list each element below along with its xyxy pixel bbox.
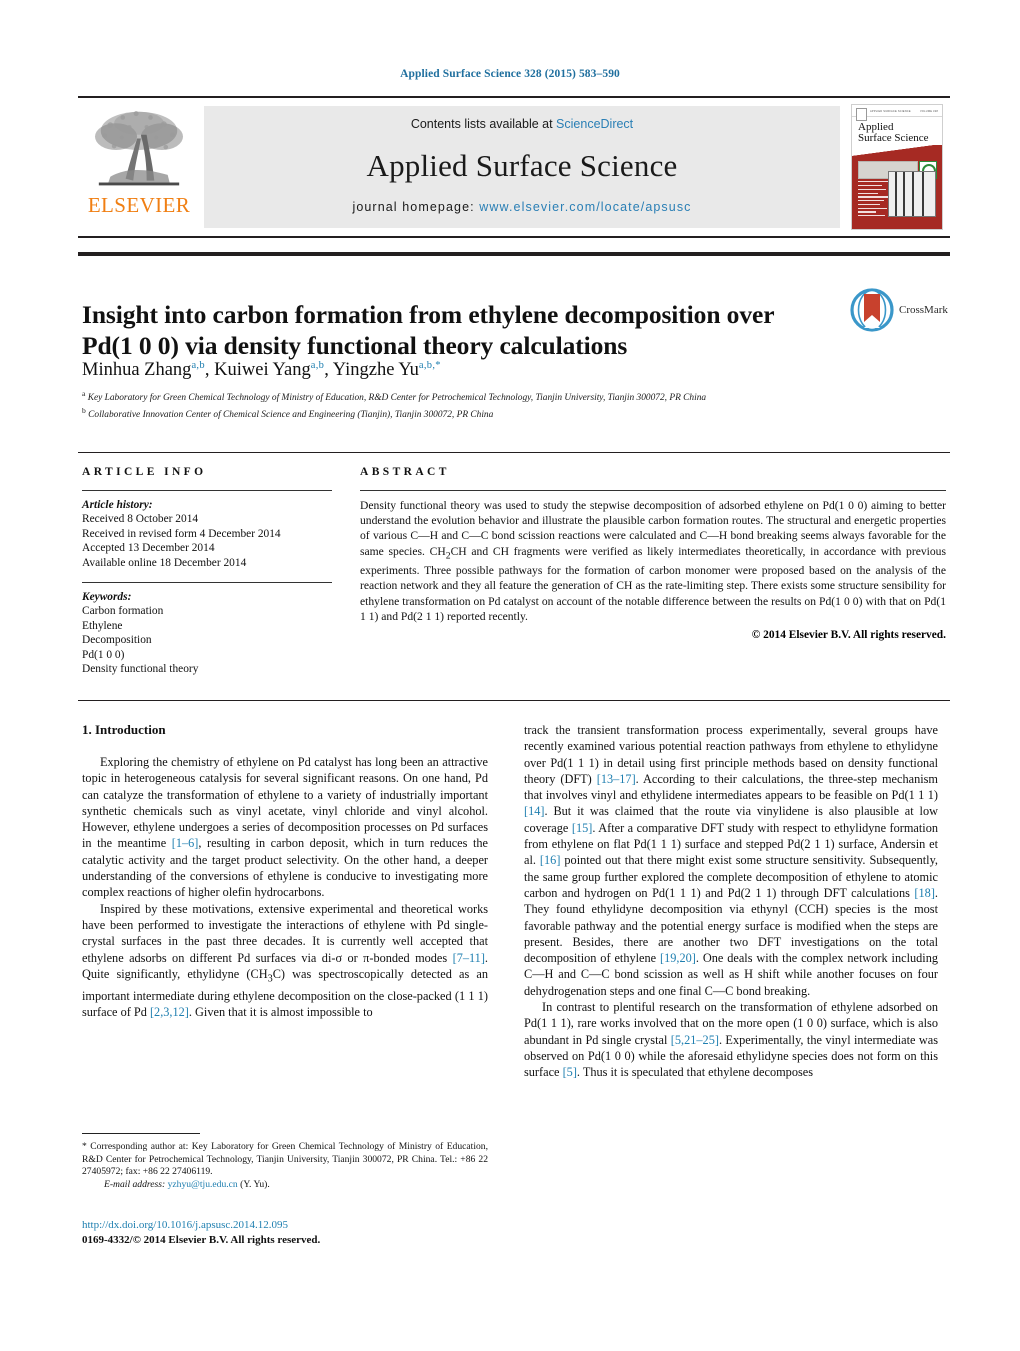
journal-masthead: ELSEVIER Contents lists available at Sci… bbox=[78, 96, 950, 238]
keywords-label: Keywords: bbox=[82, 591, 132, 604]
section-title-introduction: 1. Introduction bbox=[82, 722, 166, 737]
abstract-column: ABSTRACT Density functional theory was u… bbox=[360, 466, 946, 641]
homepage-prefix: journal homepage: bbox=[352, 200, 480, 214]
paragraph: In contrast to plentiful research on the… bbox=[524, 1000, 938, 1080]
journal-cover-thumbnail: APPLIED SURFACE SCIENCE VOLUME 328 Appli… bbox=[844, 98, 950, 236]
article-info-column: ARTICLE INFO Article history: Received 8… bbox=[82, 466, 332, 676]
crossmark-badge[interactable]: CrossMark bbox=[850, 286, 958, 334]
imprint-block: http://dx.doi.org/10.1016/j.apsusc.2014.… bbox=[82, 1218, 502, 1248]
doi-link[interactable]: http://dx.doi.org/10.1016/j.apsusc.2014.… bbox=[82, 1218, 502, 1233]
email-owner: (Y. Yu). bbox=[240, 1178, 270, 1190]
contents-prefix: Contents lists available at bbox=[410, 117, 557, 131]
page-title: Insight into carbon formation from ethyl… bbox=[82, 300, 774, 361]
homepage-url-link[interactable]: www.elsevier.com/locate/apsusc bbox=[479, 200, 691, 214]
body-column-left: 1. Introduction Exploring the chemistry … bbox=[82, 722, 488, 1020]
copyright-line: © 2014 Elsevier B.V. All rights reserved… bbox=[751, 628, 946, 641]
elsevier-tree-icon bbox=[95, 111, 183, 186]
article-history: Article history: Received 8 October 2014… bbox=[82, 498, 332, 570]
keyword-item: Pd(1 0 0) bbox=[82, 648, 125, 661]
keywords-list: Keywords: Carbon formation Ethylene Deco… bbox=[82, 590, 332, 676]
paragraph: track the transient transformation proce… bbox=[524, 723, 938, 998]
email-link[interactable]: yzhyu@tju.edu.cn bbox=[168, 1179, 238, 1190]
email-label: E-mail address: bbox=[104, 1178, 166, 1190]
history-item: Available online 18 December 2014 bbox=[82, 556, 247, 569]
affiliations: a Key Laboratory for Green Chemical Tech… bbox=[82, 388, 872, 421]
footnote-block: * Corresponding author at: Key Laborator… bbox=[82, 1133, 488, 1191]
abstract-heading: ABSTRACT bbox=[360, 466, 450, 478]
body-divider bbox=[78, 700, 950, 701]
cover-title: Applied Surface Science bbox=[858, 121, 929, 144]
article-info-heading: ARTICLE INFO bbox=[82, 466, 207, 478]
paragraph: Inspired by these motivations, extensive… bbox=[82, 901, 488, 1019]
homepage-line: journal homepage: www.elsevier.com/locat… bbox=[352, 200, 691, 214]
keyword-item: Decomposition bbox=[82, 634, 152, 647]
contents-line: Contents lists available at ScienceDirec… bbox=[411, 117, 633, 131]
sciencedirect-link[interactable]: ScienceDirect bbox=[556, 117, 633, 131]
corresponding-author-note: * Corresponding author at: Key Laborator… bbox=[82, 1141, 488, 1178]
cover-figure bbox=[888, 171, 936, 217]
keyword-item: Carbon formation bbox=[82, 605, 164, 618]
journal-title: Applied Surface Science bbox=[366, 147, 678, 183]
elsevier-wordmark: ELSEVIER bbox=[87, 193, 191, 217]
history-item: Received in revised form 4 December 2014 bbox=[82, 527, 281, 540]
keyword-item: Ethylene bbox=[82, 619, 123, 632]
author-list: Minhua Zhanga,b, Kuiwei Yanga,b, Yingzhe… bbox=[82, 360, 441, 381]
affiliation-b: b Collaborative Innovation Center of Che… bbox=[82, 405, 494, 420]
info-divider bbox=[78, 452, 950, 453]
abstract-text: Density functional theory was used to st… bbox=[360, 499, 946, 623]
title-divider bbox=[78, 252, 950, 256]
crossmark-label: CrossMark bbox=[899, 303, 948, 316]
journal-band: Contents lists available at ScienceDirec… bbox=[204, 106, 840, 228]
crossmark-icon bbox=[850, 288, 894, 332]
journal-article-first-page: Applied Surface Science 328 (2015) 583–5… bbox=[0, 0, 1020, 1351]
paragraph: Exploring the chemistry of ethylene on P… bbox=[82, 755, 488, 900]
elsevier-logo: ELSEVIER bbox=[78, 98, 200, 236]
email-note: E-mail address: yzhyu@tju.edu.cn (Y. Yu)… bbox=[82, 1179, 488, 1192]
history-item: Received 8 October 2014 bbox=[82, 513, 199, 526]
history-item: Accepted 13 December 2014 bbox=[82, 542, 215, 555]
running-head: Applied Surface Science 328 (2015) 583–5… bbox=[400, 68, 620, 80]
affiliation-a: a Key Laboratory for Green Chemical Tech… bbox=[82, 389, 707, 404]
article-history-label: Article history: bbox=[82, 499, 153, 511]
keyword-item: Density functional theory bbox=[82, 663, 199, 676]
issn-copyright-line: 0169-4332/© 2014 Elsevier B.V. All right… bbox=[82, 1234, 321, 1246]
body-column-right: track the transient transformation proce… bbox=[524, 722, 938, 1081]
